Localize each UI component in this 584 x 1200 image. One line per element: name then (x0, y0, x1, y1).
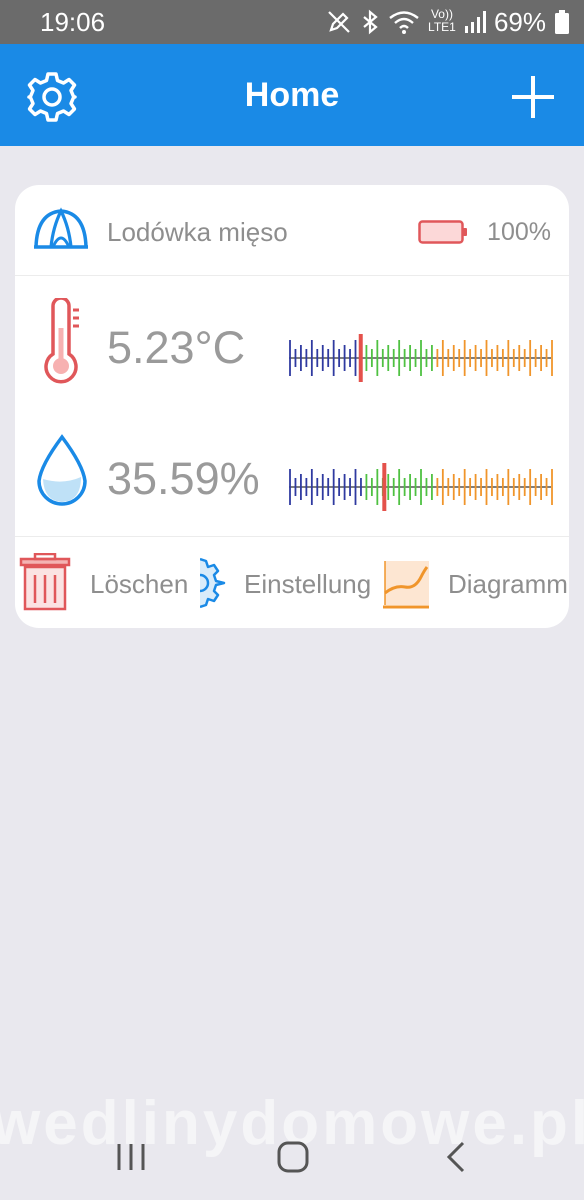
back-icon[interactable] (443, 1140, 469, 1174)
water-drop-icon (37, 434, 87, 506)
status-time: 19:06 (40, 7, 106, 37)
humidity-scale (289, 463, 553, 511)
temperature-scale (289, 334, 553, 382)
status-bar: 19:06 Vo)) LTE1 69% (0, 0, 584, 44)
signal-icon (464, 11, 486, 33)
home-icon[interactable] (276, 1140, 312, 1174)
volte-icon: Vo)) LTE1 (428, 8, 456, 36)
humidity-reading: 35.59% (15, 431, 569, 531)
lte-label: LTE1 (428, 20, 456, 34)
wifi-icon (389, 11, 419, 34)
device-battery-icon (418, 220, 467, 244)
line-chart-icon (383, 561, 429, 609)
device-card-header: Lodówka mięso 100% (15, 185, 569, 276)
temperature-value: 5.23°C (107, 322, 246, 373)
actions-divider (15, 536, 569, 537)
status-battery-percent: 69% (493, 6, 546, 37)
page-title: Home (244, 76, 340, 114)
battery-icon (555, 10, 569, 34)
recent-apps-icon[interactable] (115, 1140, 147, 1174)
humidity-value: 35.59% (107, 453, 260, 504)
add-device-button[interactable] (508, 72, 558, 122)
cog-icon (200, 557, 226, 609)
pen-off-icon (328, 11, 350, 33)
bluetooth-icon (363, 9, 378, 35)
status-icons: Vo)) LTE1 69% (326, 6, 570, 38)
tent-icon (34, 207, 88, 249)
temperature-reading: 5.23°C (15, 298, 569, 398)
chart-label: Diagramm (448, 569, 568, 599)
trash-icon (19, 553, 71, 611)
app-bar: Home (0, 44, 584, 146)
navigation-bar (0, 1126, 584, 1200)
scale-indicator (382, 463, 387, 511)
thermometer-icon (44, 298, 79, 384)
scale-indicator (358, 334, 363, 382)
settings-label: Einstellung (244, 569, 372, 599)
device-name: Lodówka mięso (107, 217, 288, 247)
delete-label: Löschen (90, 569, 189, 599)
device-battery-level: 100% (487, 218, 551, 246)
device-card[interactable]: Lodówka mięso 100% 5.23°C 35.59% Löschen… (15, 185, 569, 628)
